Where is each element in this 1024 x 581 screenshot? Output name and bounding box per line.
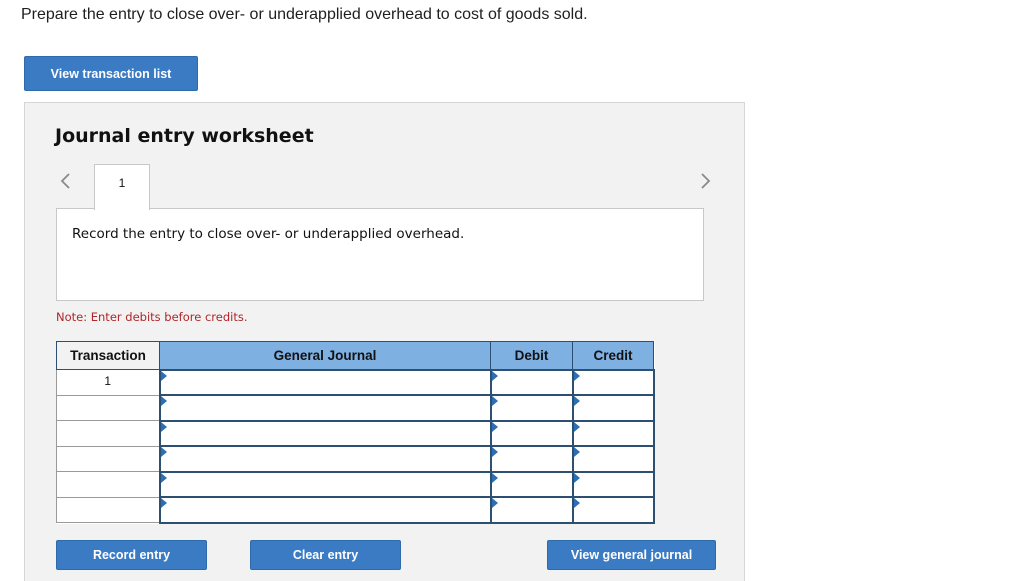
account-cell[interactable] — [158, 368, 492, 396]
credit-cell[interactable] — [571, 470, 655, 498]
header-general-journal: General Journal — [159, 341, 491, 370]
debit-cell[interactable] — [489, 470, 574, 498]
credit-input[interactable] — [573, 498, 653, 522]
table-row — [56, 496, 655, 524]
dropdown-marker-icon — [573, 421, 580, 432]
debit-cell[interactable] — [489, 496, 574, 524]
dropdown-marker-icon — [160, 421, 167, 432]
account-cell[interactable] — [158, 394, 492, 422]
dropdown-marker-icon — [491, 396, 498, 406]
dropdown-marker-icon — [573, 370, 580, 381]
tab-transaction-1[interactable]: 1 — [94, 164, 150, 210]
credit-cell[interactable] — [571, 445, 655, 473]
credit-input[interactable] — [573, 421, 653, 445]
debit-input[interactable] — [491, 370, 572, 394]
table-row — [56, 394, 655, 422]
worksheet-title: Journal entry worksheet — [55, 125, 314, 147]
transaction-cell — [56, 445, 160, 472]
account-cell[interactable] — [158, 496, 492, 524]
account-input[interactable] — [160, 472, 490, 496]
dropdown-marker-icon — [573, 472, 580, 483]
chevron-right-icon[interactable] — [696, 171, 716, 191]
dropdown-marker-icon — [491, 447, 498, 457]
dropdown-marker-icon — [160, 472, 167, 483]
account-cell[interactable] — [158, 470, 492, 498]
account-cell[interactable] — [158, 445, 492, 473]
transaction-cell — [56, 420, 160, 447]
dropdown-marker-icon — [160, 370, 167, 381]
debit-input[interactable] — [491, 421, 572, 445]
credit-cell[interactable] — [571, 496, 655, 524]
dropdown-marker-icon — [491, 498, 498, 508]
record-entry-button[interactable]: Record entry — [56, 540, 207, 570]
transaction-cell: 1 — [56, 369, 160, 396]
credit-input[interactable] — [573, 370, 653, 394]
debit-credit-note: Note: Enter debits before credits. — [56, 310, 248, 324]
credit-cell[interactable] — [571, 368, 655, 396]
entry-description-box: Record the entry to close over- or under… — [56, 208, 704, 301]
debit-input[interactable] — [491, 472, 572, 496]
debit-cell[interactable] — [489, 368, 574, 396]
header-debit: Debit — [490, 341, 573, 370]
dropdown-marker-icon — [491, 370, 498, 381]
header-credit: Credit — [572, 341, 654, 370]
instruction-text: Prepare the entry to close over- or unde… — [21, 6, 588, 23]
transaction-cell — [56, 471, 160, 498]
table-row — [56, 470, 655, 498]
view-general-journal-button[interactable]: View general journal — [547, 540, 716, 570]
credit-input[interactable] — [573, 396, 653, 420]
debit-input[interactable] — [491, 396, 572, 420]
transaction-cell — [56, 394, 160, 421]
account-input[interactable] — [160, 421, 490, 445]
dropdown-marker-icon — [573, 447, 580, 457]
debit-input[interactable] — [491, 498, 572, 522]
journal-table: Transaction General Journal Debit Credit… — [56, 341, 655, 524]
dropdown-marker-icon — [160, 498, 167, 508]
credit-input[interactable] — [573, 472, 653, 496]
header-transaction: Transaction — [56, 341, 160, 370]
table-row — [56, 419, 655, 447]
journal-entry-worksheet: Journal entry worksheet 1 Record the ent… — [24, 102, 745, 581]
dropdown-marker-icon — [573, 396, 580, 406]
dropdown-marker-icon — [491, 472, 498, 483]
account-input[interactable] — [160, 447, 490, 471]
debit-input[interactable] — [491, 447, 572, 471]
table-row: 1 — [56, 368, 655, 396]
account-cell[interactable] — [158, 419, 492, 447]
table-row — [56, 445, 655, 473]
credit-cell[interactable] — [571, 419, 655, 447]
credit-input[interactable] — [573, 447, 653, 471]
transaction-cell — [56, 496, 160, 523]
account-input[interactable] — [160, 370, 490, 394]
entry-description: Record the entry to close over- or under… — [72, 226, 465, 242]
account-input[interactable] — [160, 498, 490, 522]
clear-entry-button[interactable]: Clear entry — [250, 540, 401, 570]
debit-cell[interactable] — [489, 445, 574, 473]
credit-cell[interactable] — [571, 394, 655, 422]
table-header-row: Transaction General Journal Debit Credit — [56, 341, 654, 370]
dropdown-marker-icon — [573, 498, 580, 508]
dropdown-marker-icon — [160, 447, 167, 457]
dropdown-marker-icon — [491, 421, 498, 432]
chevron-left-icon[interactable] — [55, 171, 75, 191]
debit-cell[interactable] — [489, 394, 574, 422]
account-input[interactable] — [160, 396, 490, 420]
view-transaction-list-button[interactable]: View transaction list — [24, 56, 198, 91]
dropdown-marker-icon — [160, 396, 167, 406]
debit-cell[interactable] — [489, 419, 574, 447]
